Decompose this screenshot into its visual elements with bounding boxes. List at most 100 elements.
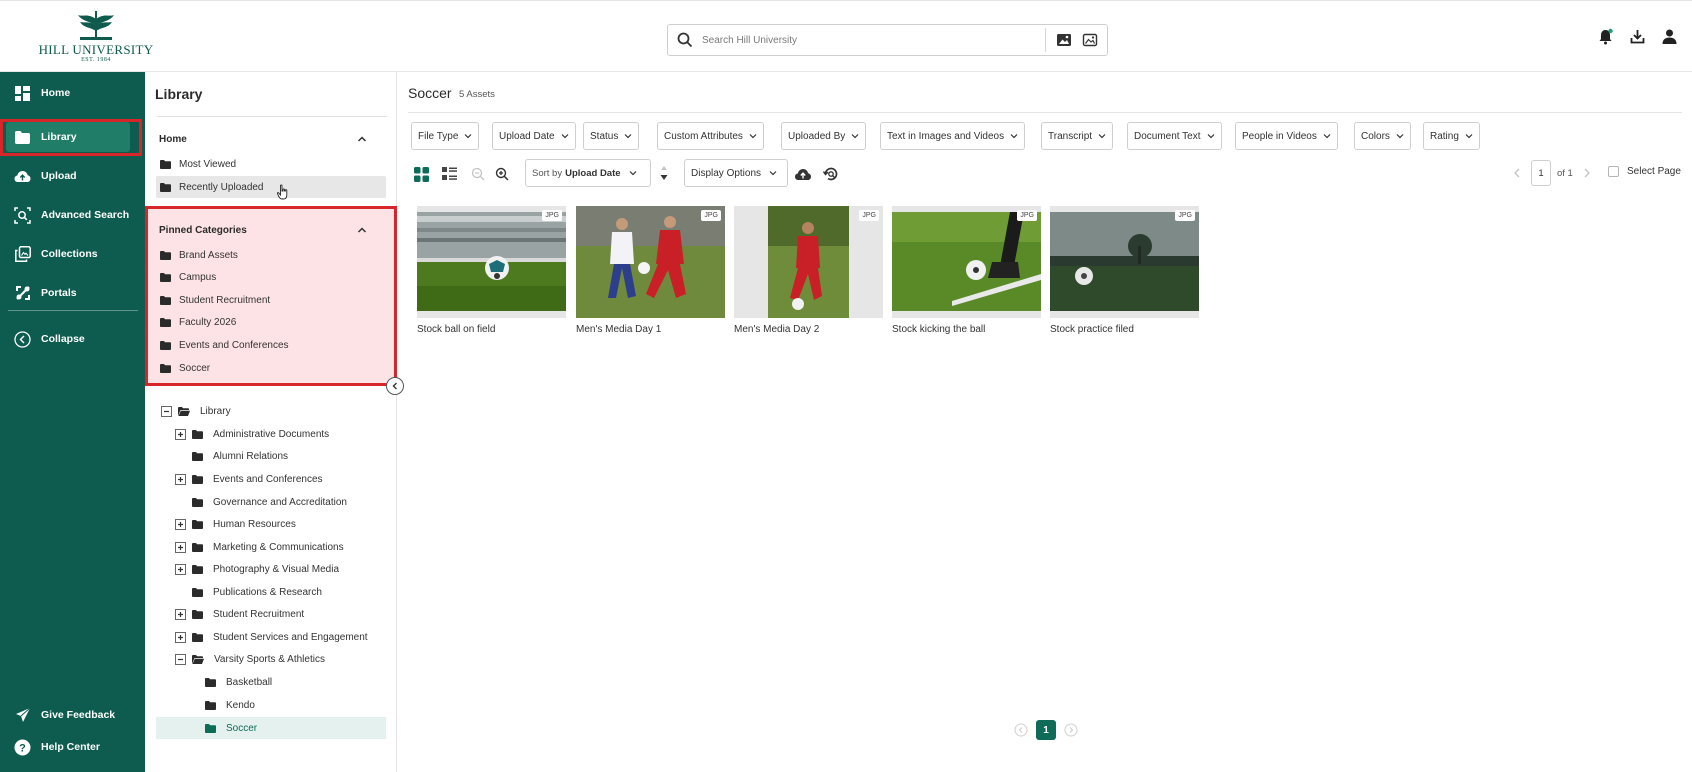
folder-icon bbox=[160, 250, 171, 260]
tree-item[interactable]: Student Recruitment bbox=[174, 604, 304, 624]
download-icon[interactable] bbox=[1629, 28, 1646, 45]
pinned-item[interactable]: Brand Assets bbox=[160, 245, 238, 265]
plus-toggle-icon[interactable] bbox=[174, 631, 186, 643]
asset-thumbnail[interactable]: JPG bbox=[417, 206, 566, 318]
home-item-recently-uploaded[interactable]: Recently Uploaded bbox=[160, 177, 264, 197]
tree-item[interactable]: Human Resources bbox=[174, 514, 296, 534]
plus-toggle-icon[interactable] bbox=[174, 541, 186, 553]
file-type-badge: JPG bbox=[542, 210, 562, 221]
chevron-right-icon[interactable] bbox=[1583, 168, 1591, 178]
plus-toggle-icon[interactable] bbox=[174, 428, 186, 440]
sort-dropdown[interactable]: Sort by Upload Date bbox=[525, 159, 651, 187]
tree-item[interactable]: Photography & Visual Media bbox=[174, 559, 339, 579]
asset-card[interactable]: JPG Men's Media Day 2 bbox=[734, 206, 883, 335]
nav-item-home[interactable]: Home bbox=[0, 76, 145, 110]
asset-thumbnail[interactable]: JPG bbox=[1050, 206, 1199, 318]
folder-icon bbox=[192, 609, 203, 619]
tree-item[interactable]: Varsity Sports & Athletics bbox=[174, 649, 325, 669]
asset-card[interactable]: JPG Stock practice filed bbox=[1050, 206, 1199, 335]
page-button-current[interactable]: 1 bbox=[1036, 720, 1056, 740]
search-bar[interactable] bbox=[667, 24, 1108, 56]
refresh-search-icon[interactable] bbox=[822, 165, 840, 183]
checkbox[interactable] bbox=[1608, 166, 1619, 177]
asset-thumbnail[interactable]: JPG bbox=[892, 206, 1041, 318]
filter-status[interactable]: Status bbox=[583, 122, 640, 150]
asset-thumbnail[interactable]: JPG bbox=[576, 206, 725, 318]
nav-item-collapse[interactable]: Collapse bbox=[0, 322, 145, 356]
filter-file-type[interactable]: File Type bbox=[411, 122, 480, 150]
chevron-up-icon[interactable] bbox=[357, 135, 367, 143]
tree-item[interactable]: Publications & Research bbox=[174, 582, 322, 602]
pinned-item[interactable]: Soccer bbox=[160, 358, 210, 378]
home-item-most-viewed[interactable]: Most Viewed bbox=[160, 154, 236, 174]
cloud-upload-icon[interactable] bbox=[794, 165, 812, 183]
pinned-item[interactable]: Campus bbox=[160, 267, 216, 287]
filter-people-in-videos[interactable]: People in Videos bbox=[1235, 122, 1338, 150]
pinned-item[interactable]: Events and Conferences bbox=[160, 335, 289, 355]
page-number-input[interactable]: 1 bbox=[1531, 160, 1551, 186]
nav-item-portals[interactable]: Portals bbox=[0, 276, 145, 310]
tree-child[interactable]: Basketball bbox=[205, 672, 272, 692]
filter-colors[interactable]: Colors bbox=[1354, 122, 1411, 150]
asset-thumbnail[interactable]: JPG bbox=[734, 206, 883, 318]
nav-item-upload[interactable]: Upload bbox=[0, 159, 145, 193]
asset-card[interactable]: JPG Stock ball on field bbox=[417, 206, 566, 335]
filter-text-in-images[interactable]: Text in Images and Videos bbox=[880, 122, 1026, 150]
filter-rating[interactable]: Rating bbox=[1423, 122, 1480, 150]
plus-toggle-icon[interactable] bbox=[174, 473, 186, 485]
zoom-out-icon[interactable] bbox=[469, 165, 487, 183]
asset-card[interactable]: JPG Men's Media Day 1 bbox=[576, 206, 725, 335]
chevron-left-icon[interactable] bbox=[1513, 168, 1521, 178]
search-input[interactable] bbox=[702, 31, 1002, 49]
select-page-checkbox[interactable]: Select Page bbox=[1608, 166, 1681, 177]
list-view-icon[interactable] bbox=[440, 165, 458, 183]
nav-item-help-center[interactable]: ? Help Center bbox=[0, 730, 145, 764]
plus-toggle-icon[interactable] bbox=[174, 518, 186, 530]
home-item-label: Most Viewed bbox=[179, 158, 237, 170]
tree-item[interactable]: Marketing & Communications bbox=[174, 537, 344, 557]
bell-icon[interactable] bbox=[1597, 28, 1614, 45]
filter-uploaded-by[interactable]: Uploaded By bbox=[781, 122, 867, 150]
search-divider bbox=[1045, 28, 1046, 52]
tree-item[interactable]: Administrative Documents bbox=[174, 424, 329, 444]
asset-card[interactable]: JPG Stock kicking the ball bbox=[892, 206, 1041, 335]
tree-item[interactable]: Alumni Relations bbox=[174, 446, 288, 466]
tree-root-library[interactable]: Library bbox=[160, 401, 231, 421]
pinned-item[interactable]: Faculty 2026 bbox=[160, 312, 236, 332]
folder-icon bbox=[192, 429, 203, 439]
minus-toggle-icon[interactable] bbox=[160, 405, 172, 417]
pinned-item[interactable]: Student Recruitment bbox=[160, 290, 270, 310]
plus-toggle-icon[interactable] bbox=[174, 563, 186, 575]
folder-icon bbox=[205, 700, 216, 710]
filter-document-text[interactable]: Document Text bbox=[1127, 122, 1222, 150]
tree-child[interactable]: Kendo bbox=[205, 695, 255, 715]
user-icon[interactable] bbox=[1661, 28, 1678, 45]
tree-child-selected[interactable]: Soccer bbox=[205, 718, 257, 738]
display-options-dropdown[interactable]: Display Options bbox=[684, 159, 788, 187]
filter-upload-date[interactable]: Upload Date bbox=[492, 122, 576, 150]
tree-item[interactable]: Events and Conferences bbox=[174, 469, 323, 489]
plus-toggle-icon[interactable] bbox=[174, 608, 186, 620]
chevron-up-icon[interactable] bbox=[357, 226, 367, 234]
minus-toggle-icon[interactable] bbox=[174, 653, 186, 665]
filter-transcript[interactable]: Transcript bbox=[1041, 122, 1114, 150]
university-logo[interactable]: HILL UNIVERSITY EST. 1984 bbox=[34, 9, 158, 69]
search-icon[interactable] bbox=[677, 32, 693, 48]
image-upload-search-icon[interactable] bbox=[1082, 32, 1098, 48]
tree-item[interactable]: Student Services and Engagement bbox=[174, 627, 368, 647]
tree-item[interactable]: Governance and Accreditation bbox=[174, 492, 347, 512]
image-search-icon[interactable] bbox=[1056, 32, 1072, 48]
nav-item-give-feedback[interactable]: Give Feedback bbox=[0, 698, 145, 732]
sort-direction-icon[interactable] bbox=[657, 164, 671, 182]
advanced-search-icon bbox=[14, 206, 31, 224]
zoom-in-icon[interactable] bbox=[493, 165, 511, 183]
panel-title: Library bbox=[155, 86, 203, 102]
next-page-icon[interactable] bbox=[1064, 723, 1078, 737]
nav-item-advanced-search[interactable]: Advanced Search bbox=[0, 198, 145, 232]
filter-custom-attributes[interactable]: Custom Attributes bbox=[657, 122, 764, 150]
folder-icon bbox=[160, 317, 171, 327]
asset-count: 5 Assets bbox=[459, 89, 495, 100]
nav-item-collections[interactable]: Collections bbox=[0, 237, 145, 271]
grid-view-icon[interactable] bbox=[412, 165, 430, 183]
previous-page-icon[interactable] bbox=[1014, 723, 1028, 737]
